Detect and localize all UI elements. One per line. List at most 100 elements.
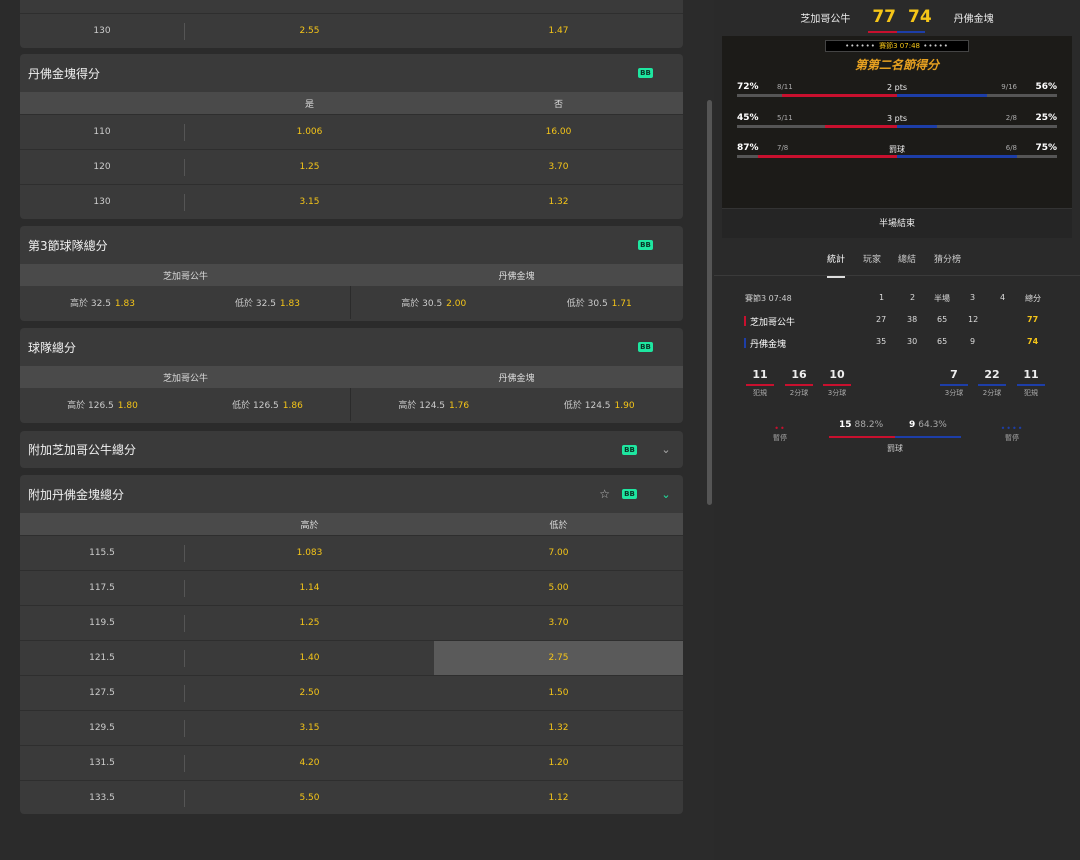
page: 130 2.55 1.47 丹佛金塊得分 BB 是 否 110 1.006 16… <box>0 0 1080 860</box>
tab-summary[interactable]: 總結 <box>898 252 916 265</box>
odds-option[interactable]: 低於 124.5 1.90 <box>517 398 683 411</box>
away-2pt: 22 2分球 <box>978 368 1006 398</box>
stat-row: 45% 5/11 3 pts 2/8 25% <box>737 113 1057 135</box>
col-under: 低於 <box>549 520 568 531</box>
line-value: 115.5 <box>20 544 185 562</box>
away-stat-bar <box>897 155 1017 158</box>
odds-over[interactable]: 1.14 <box>185 571 434 605</box>
line-value: 130 <box>20 193 185 211</box>
odds-no[interactable]: 3.70 <box>434 150 683 184</box>
tab-predictions[interactable]: 猜分榜 <box>934 252 961 265</box>
odds-over[interactable]: 4.20 <box>185 746 434 780</box>
chevron-down-icon[interactable]: ⌄ <box>659 443 673 457</box>
odds-over[interactable]: 1.25 <box>185 606 434 640</box>
away-fouls: 11 犯規 <box>1017 368 1045 398</box>
odds-no[interactable]: 16.00 <box>434 115 683 149</box>
line-value: 131.5 <box>20 754 185 772</box>
odds-over[interactable]: 1.40 <box>185 641 434 675</box>
odds-under[interactable]: 5.00 <box>434 571 683 605</box>
odds-row: 119.5 1.25 3.70 <box>20 605 683 640</box>
line-value: 110 <box>20 123 185 141</box>
odds-under[interactable]: 1.50 <box>434 676 683 710</box>
box-score: 賽節3 07:48 1 2 半場 3 4 總分 芝加哥公牛 27 38 65 1… <box>714 288 1080 354</box>
away-timeouts: •••• 暫停 <box>992 424 1032 443</box>
odds-under[interactable]: 1.20 <box>434 746 683 780</box>
odds-option[interactable]: 低於 126.5 1.86 <box>185 398 350 411</box>
market-card-den-score: 丹佛金塊得分 BB 是 否 110 1.006 16.00 120 1.25 3… <box>20 54 683 219</box>
star-icon[interactable]: ☆ <box>599 487 610 501</box>
timeout-dots-icon: •• <box>774 424 786 433</box>
home-timeouts: •• 暫停 <box>760 424 800 443</box>
odds-under[interactable]: 1.12 <box>434 781 683 814</box>
odds-option[interactable]: 高於 32.5 1.83 <box>20 296 185 309</box>
home-team-name: 芝加哥公牛 <box>800 13 851 25</box>
line-value: 117.5 <box>20 579 185 597</box>
line-value: 121.5 <box>20 649 185 667</box>
odds-no[interactable]: 1.32 <box>434 185 683 219</box>
odds-over[interactable]: 3.15 <box>185 711 434 745</box>
line-value: 129.5 <box>20 719 185 737</box>
odds-row: 131.5 4.20 1.20 <box>20 745 683 780</box>
odds-row: 117.5 1.14 5.00 <box>20 570 683 605</box>
odds-under[interactable]: 3.70 <box>434 606 683 640</box>
stat-row: 87% 7/8 罰球 6/8 75% <box>737 143 1057 165</box>
scoreboard-panel: 芝加哥公牛 77 74 丹佛金塊 •••••• 賽節3 07:48 ••••• … <box>714 0 1080 860</box>
home-3pt: 10 3分球 <box>823 368 851 398</box>
line-value: 130 <box>20 22 185 40</box>
odds-under[interactable]: 1.32 <box>434 711 683 745</box>
odds-option[interactable]: 低於 32.5 1.83 <box>185 296 350 309</box>
market-title: 附加丹佛金塊總分 <box>28 487 125 502</box>
odds-option[interactable]: 低於 30.5 1.71 <box>517 296 683 309</box>
odds-row: 133.5 5.50 1.12 <box>20 780 683 814</box>
home-fouls: 11 犯規 <box>746 368 774 398</box>
tab-players[interactable]: 玩家 <box>863 252 881 265</box>
odds-row: 130 2.55 1.47 <box>20 13 683 48</box>
team-stats: 11 犯規 16 2分球 10 3分球 7 3分球 22 2分球 11 犯規 <box>714 368 1080 418</box>
market-header[interactable]: 附加芝加哥公牛總分 BB ⌄ <box>20 431 683 468</box>
away-3pt: 7 3分球 <box>940 368 968 398</box>
odds-option[interactable]: 高於 124.5 1.76 <box>351 398 517 411</box>
odds-option[interactable]: 高於 30.5 2.00 <box>351 296 517 309</box>
odds-row: 高於 32.5 1.83 低於 32.5 1.83 高於 30.5 2.00 低於 3… <box>20 286 683 319</box>
home-color-bar <box>868 31 897 33</box>
column-header: 高於 低於 <box>20 513 683 535</box>
line-value: 127.5 <box>20 684 185 702</box>
stat-row: 72% 8/11 2 pts 9/16 56% <box>737 82 1057 104</box>
market-header[interactable]: 附加丹佛金塊總分 ☆ BB ⌄ <box>20 475 683 513</box>
odds-yes[interactable]: 1.25 <box>185 150 434 184</box>
odds-row: 120 1.25 3.70 <box>20 149 683 184</box>
odds-row: 130 3.15 1.32 <box>20 184 683 219</box>
odds-no[interactable]: 1.47 <box>434 14 683 48</box>
market-title: 丹佛金塊得分 <box>28 66 101 81</box>
odds-yes[interactable]: 1.006 <box>185 115 434 149</box>
tab-stats[interactable]: 統計 <box>827 252 846 278</box>
chevron-up-icon[interactable]: ⌄ <box>659 487 673 501</box>
box-score-row-home: 芝加哥公牛 27 38 65 12 77 <box>714 310 1080 332</box>
odds-row: 高於 126.5 1.80 低於 126.5 1.86 高於 124.5 1.76 低… <box>20 388 683 421</box>
odds-option[interactable]: 高於 126.5 1.80 <box>20 398 185 411</box>
scrollbar[interactable] <box>707 100 712 505</box>
col-team2: 丹佛金塊 <box>498 373 535 384</box>
line-value: 133.5 <box>20 789 185 807</box>
odds-yes[interactable]: 2.55 <box>185 14 434 48</box>
odds-row: 127.5 2.50 1.50 <box>20 675 683 710</box>
team-color-mark <box>744 338 746 348</box>
column-header: 是 否 <box>20 92 683 114</box>
away-score: 74 <box>908 7 932 27</box>
odds-yes[interactable]: 3.15 <box>185 185 434 219</box>
live-tracker: •••••• 賽節3 07:48 ••••• 第第二名節得分 72% 8/11 … <box>722 36 1072 208</box>
market-header[interactable]: 球隊總分 BB <box>20 328 683 366</box>
odds-over[interactable]: 1.083 <box>185 536 434 570</box>
away-team-name: 丹佛金塊 <box>953 13 994 25</box>
col-yes: 是 <box>304 99 314 110</box>
col-team1: 芝加哥公牛 <box>162 271 208 282</box>
free-throw-compare: 15 88.2% 9 64.3% 罰球 <box>829 418 961 458</box>
stats-tabs: 統計 玩家 總結 猜分榜 <box>714 244 1080 278</box>
market-header[interactable]: 丹佛金塊得分 BB <box>20 54 683 92</box>
bb-badge-icon: BB <box>638 240 653 250</box>
market-header[interactable]: 第3節球隊總分 BB <box>20 226 683 264</box>
odds-under-selected[interactable]: 2.75 <box>434 641 683 675</box>
odds-under[interactable]: 7.00 <box>434 536 683 570</box>
odds-over[interactable]: 5.50 <box>185 781 434 814</box>
odds-over[interactable]: 2.50 <box>185 676 434 710</box>
